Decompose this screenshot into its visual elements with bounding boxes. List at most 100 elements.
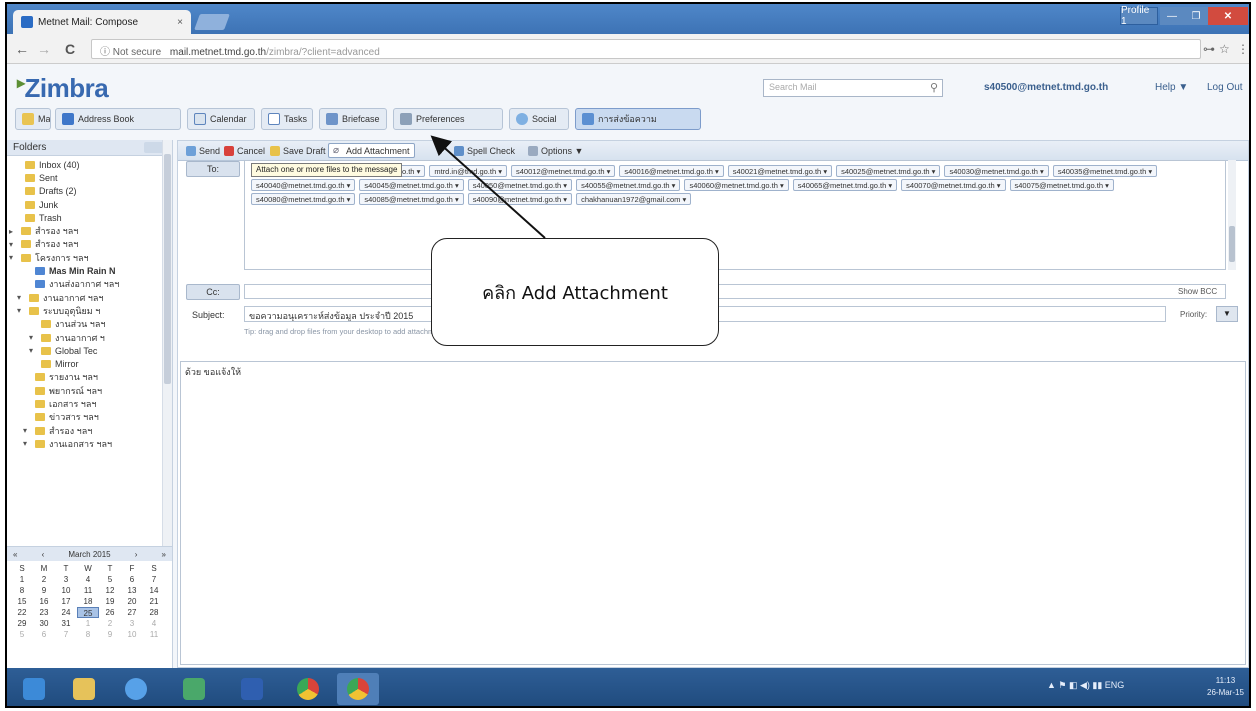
calendar-day[interactable]: 19 [99,596,121,607]
recipient-chip[interactable]: s40016@metnet.tmd.go.th ▾ [619,165,724,177]
recipient-menu-icon[interactable]: ▾ [561,195,567,204]
recipient-menu-icon[interactable]: ▾ [605,167,611,176]
calendar-day[interactable]: 4 [77,574,99,585]
recipient-menu-icon[interactable]: ▾ [821,167,827,176]
folder-item[interactable]: เอกสาร ฯลฯ [9,397,172,410]
recipient-menu-icon[interactable]: ▾ [345,181,351,190]
calendar-day[interactable]: 31 [55,618,77,629]
address-bar[interactable]: ⓘ Not secure mail.metnet.tmd.go.th/zimbr… [91,39,1201,59]
recipient-chip[interactable]: s40050@metnet.tmd.go.th ▾ [467,179,573,191]
tab-compose[interactable]: การส่งข้อความ [575,108,701,130]
recipient-menu-icon[interactable]: ▾ [680,195,687,204]
chrome-active-icon[interactable] [337,673,379,705]
folder-item[interactable]: Drafts (2) [9,185,172,198]
recipient-menu-icon[interactable]: ▾ [1103,181,1109,190]
recipient-menu-icon[interactable]: ▾ [778,181,784,190]
calendar-day[interactable]: 25 [77,607,99,618]
calendar-day[interactable]: 2 [99,618,121,629]
recipient-chip[interactable]: s40080@metnet.tmd.go.th ▾ [251,193,356,205]
add-attachment-button[interactable]: ⌀ Add Attachment [328,143,415,158]
calendar-day[interactable]: 14 [143,585,165,596]
prev-month-button[interactable]: ‹ [42,550,45,559]
recipient-chip[interactable]: s40045@metnet.tmd.go.th ▾ [359,179,464,191]
recipient-chip[interactable]: s40085@metnet.tmd.go.th ▾ [359,193,464,205]
recipient-menu-icon[interactable]: ▾ [1038,167,1044,176]
tab-briefcase[interactable]: Briefcase [319,108,387,130]
calendar-day[interactable]: 15 [11,596,33,607]
recipient-menu-icon[interactable]: ▾ [496,167,502,176]
folder-item[interactable]: ▾ สำรอง ฯลฯ [9,238,172,251]
folder-item[interactable]: พยากรณ์ ฯลฯ [9,384,172,397]
profile-button[interactable]: Profile 1 [1120,5,1158,27]
calendar-day[interactable]: 21 [143,596,165,607]
folder-item[interactable]: ▸ สำรอง ฯลฯ [9,224,172,237]
folder-item[interactable]: ▾ ระบบอุตุนิยม ฯ [9,304,172,317]
calendar-day[interactable]: 18 [77,596,99,607]
calendar-day[interactable]: 3 [55,574,77,585]
browser-menu-icon[interactable]: ⋮ [1237,42,1249,56]
recipient-chip[interactable]: mtrd.in@tmd.go.th ▾ [429,165,508,177]
folder-item[interactable]: งานส่วน ฯลฯ [9,318,172,331]
recipient-menu-icon[interactable]: ▾ [453,181,459,190]
tab-social[interactable]: Social [509,108,569,130]
help-menu[interactable]: Help ▼ [1155,82,1188,93]
bookmark-star-icon[interactable]: ☆ [1219,42,1230,56]
folder-expand-icon[interactable]: ▾ [17,293,25,302]
folder-item[interactable]: ▾ โครงการ ฯลฯ [9,251,172,264]
tab-tasks[interactable]: Tasks [261,108,313,130]
mail-search-input[interactable]: Search Mail ⚲ [763,79,943,97]
recipient-chip[interactable]: s40025@metnet.tmd.go.th ▾ [836,165,941,177]
forward-icon[interactable]: → [35,40,53,58]
recipient-chip[interactable]: chakhanuan1972@gmail.com ▾ [576,193,692,205]
account-name[interactable]: s40500@metnet.tmd.go.th [984,82,1108,93]
folder-expand-icon[interactable]: ▾ [23,426,31,435]
calendar-day[interactable]: 6 [121,574,143,585]
system-tray[interactable]: ▲ ⚑ ◧ ◀) ▮▮ ENG [1047,680,1124,691]
calendar-day[interactable]: 3 [121,618,143,629]
tab-close-icon[interactable]: × [177,17,183,28]
folder-item[interactable]: ▾ งานอากาศ ฯ [9,331,172,344]
search-icon[interactable]: ⚲ [930,81,938,94]
browser-tab[interactable]: Metnet Mail: Compose × [13,10,191,34]
recipient-menu-icon[interactable]: ▾ [713,167,719,176]
folder-item[interactable]: ▾ งานอากาศ ฯลฯ [9,291,172,304]
folder-item[interactable]: Mas Min Rain N [9,264,172,277]
folder-expand-icon[interactable]: ▾ [29,333,37,342]
calendar-day[interactable]: 10 [121,629,143,640]
minimize-button[interactable]: — [1160,7,1184,25]
calendar-day[interactable]: 26 [99,607,121,618]
calendar-day[interactable]: 8 [77,629,99,640]
calendar-day[interactable]: 30 [33,618,55,629]
recipient-menu-icon[interactable]: ▾ [414,167,421,176]
recipient-chip[interactable]: s40090@metnet.tmd.go.th ▾ [467,193,573,205]
calendar-day[interactable]: 7 [55,629,77,640]
recipient-chip[interactable]: s40055@metnet.tmd.go.th ▾ [576,179,681,191]
folder-item[interactable]: Sent [9,171,172,184]
calendar-day[interactable]: 5 [11,629,33,640]
calendar-day[interactable]: 6 [33,629,55,640]
folder-item[interactable]: Trash [9,211,172,224]
folder-item[interactable]: ▾ สำรอง ฯลฯ [9,424,172,437]
word-icon[interactable] [231,673,273,705]
recipient-menu-icon[interactable]: ▾ [930,167,936,176]
tab-address-book[interactable]: Address Book [55,108,181,130]
calendar-day[interactable]: 2 [33,574,55,585]
calendar-day[interactable]: 23 [33,607,55,618]
cc-button[interactable]: Cc: [186,284,240,300]
calendar-day[interactable]: 29 [11,618,33,629]
close-window-button[interactable]: ✕ [1208,7,1248,25]
folder-expand-icon[interactable]: ▾ [29,346,37,355]
windows-start-icon[interactable] [13,673,55,705]
calendar-day[interactable]: 9 [33,585,55,596]
folder-item[interactable]: Junk [9,198,172,211]
recipient-chip[interactable]: s40040@metnet.tmd.go.th ▾ [251,179,356,191]
folder-expand-icon[interactable]: ▾ [23,439,31,448]
cc-field[interactable] [244,284,1226,299]
calendar-day[interactable]: 20 [121,596,143,607]
folder-item[interactable]: Mirror [9,357,172,370]
spell-check-button[interactable]: Spell Check [450,143,519,158]
calendar-day[interactable]: 27 [121,607,143,618]
calendar-day[interactable]: 13 [121,585,143,596]
cancel-button[interactable]: Cancel [220,143,269,158]
recipient-chip[interactable]: s40075@metnet.tmd.go.th ▾ [1009,179,1114,191]
